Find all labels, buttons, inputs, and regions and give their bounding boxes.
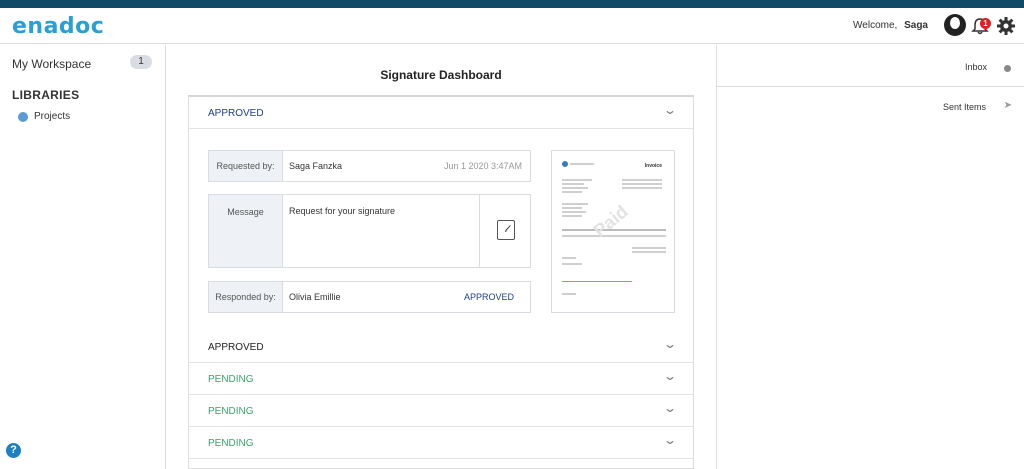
workspace-count-badge: 1	[130, 55, 152, 69]
message-row: Message Request for your signature 𝓁	[208, 194, 531, 268]
page-title: Signature Dashboard	[380, 68, 502, 82]
signature-list: APPROVED ⌄ Requested by: Saga Fanzka Jun…	[188, 95, 694, 469]
notification-badge: 1	[980, 18, 991, 29]
status-label: PENDING	[208, 406, 254, 417]
requested-by-value: Saga Fanzka	[289, 161, 343, 171]
request-header-1[interactable]: APPROVED ⌄	[189, 97, 693, 129]
requested-by-row: Requested by: Saga Fanzka Jun 1 2020 3:4…	[208, 150, 531, 182]
message-label: Message	[209, 195, 283, 267]
status-label: PENDING	[208, 374, 254, 385]
user-avatar-icon[interactable]	[944, 14, 966, 36]
request-header-5[interactable]: PENDING ⌄	[189, 427, 693, 459]
message-text: Request for your signature	[289, 206, 396, 216]
welcome-label: Welcome,	[853, 20, 898, 31]
responded-by-row: Responded by: Olivia Emillie APPROVED	[208, 281, 531, 313]
sidebar: My Workspace 1 LIBRARIES Projects ?	[0, 45, 166, 469]
document-thumbnail[interactable]: Invoice Paid	[551, 150, 675, 313]
my-workspace-link[interactable]: My Workspace	[12, 57, 91, 71]
inbox-label: Inbox	[964, 62, 987, 72]
request-header-2[interactable]: APPROVED ⌄	[189, 331, 693, 363]
requested-by-label: Requested by:	[209, 151, 283, 181]
welcome-text: Welcome, Saga	[853, 20, 928, 31]
signature-icon[interactable]: 𝓁	[497, 220, 515, 240]
mailbox-panel: Inbox Sent Items ➤	[716, 45, 1024, 469]
inbox-dot-icon	[1004, 65, 1011, 72]
status-label: APPROVED	[208, 108, 264, 119]
responded-by-value: Olivia Emillie	[289, 292, 341, 302]
request-header-3[interactable]: PENDING ⌄	[189, 363, 693, 395]
chevron-down-icon[interactable]: ⌄	[663, 401, 677, 415]
main-content: Signature Dashboard APPROVED ⌄ Requested…	[167, 45, 715, 469]
libraries-heading: LIBRARIES	[12, 88, 80, 102]
chevron-down-icon[interactable]: ⌄	[663, 433, 677, 447]
status-label: PENDING	[208, 438, 254, 449]
chevron-down-icon[interactable]: ⌄	[663, 369, 677, 383]
signature-box[interactable]: 𝓁	[479, 195, 530, 267]
status-label: APPROVED	[208, 342, 264, 353]
help-icon[interactable]: ?	[6, 443, 21, 458]
request-header-4[interactable]: PENDING ⌄	[189, 395, 693, 427]
thumbnail-title: Invoice	[644, 163, 662, 169]
inbox-item[interactable]: Inbox	[717, 45, 1024, 87]
app-logo[interactable]: enadoc	[12, 14, 104, 39]
top-strip	[0, 0, 1024, 8]
response-status: APPROVED	[463, 292, 514, 302]
send-arrow-icon: ➤	[1003, 100, 1012, 111]
requested-time: Jun 1 2020 3:47AM	[443, 161, 522, 171]
user-name: Saga	[904, 20, 928, 31]
sent-items-link[interactable]: Sent Items	[943, 102, 986, 112]
folder-dot-icon	[18, 112, 28, 122]
chevron-down-icon[interactable]: ⌄	[663, 103, 677, 117]
app-header: enadoc Welcome, Saga 1	[0, 8, 1024, 44]
chevron-down-icon[interactable]: ⌄	[663, 337, 677, 351]
gear-icon[interactable]	[996, 16, 1016, 36]
responded-by-label: Responded by:	[209, 282, 283, 312]
sidebar-item-projects[interactable]: Projects	[34, 111, 70, 122]
